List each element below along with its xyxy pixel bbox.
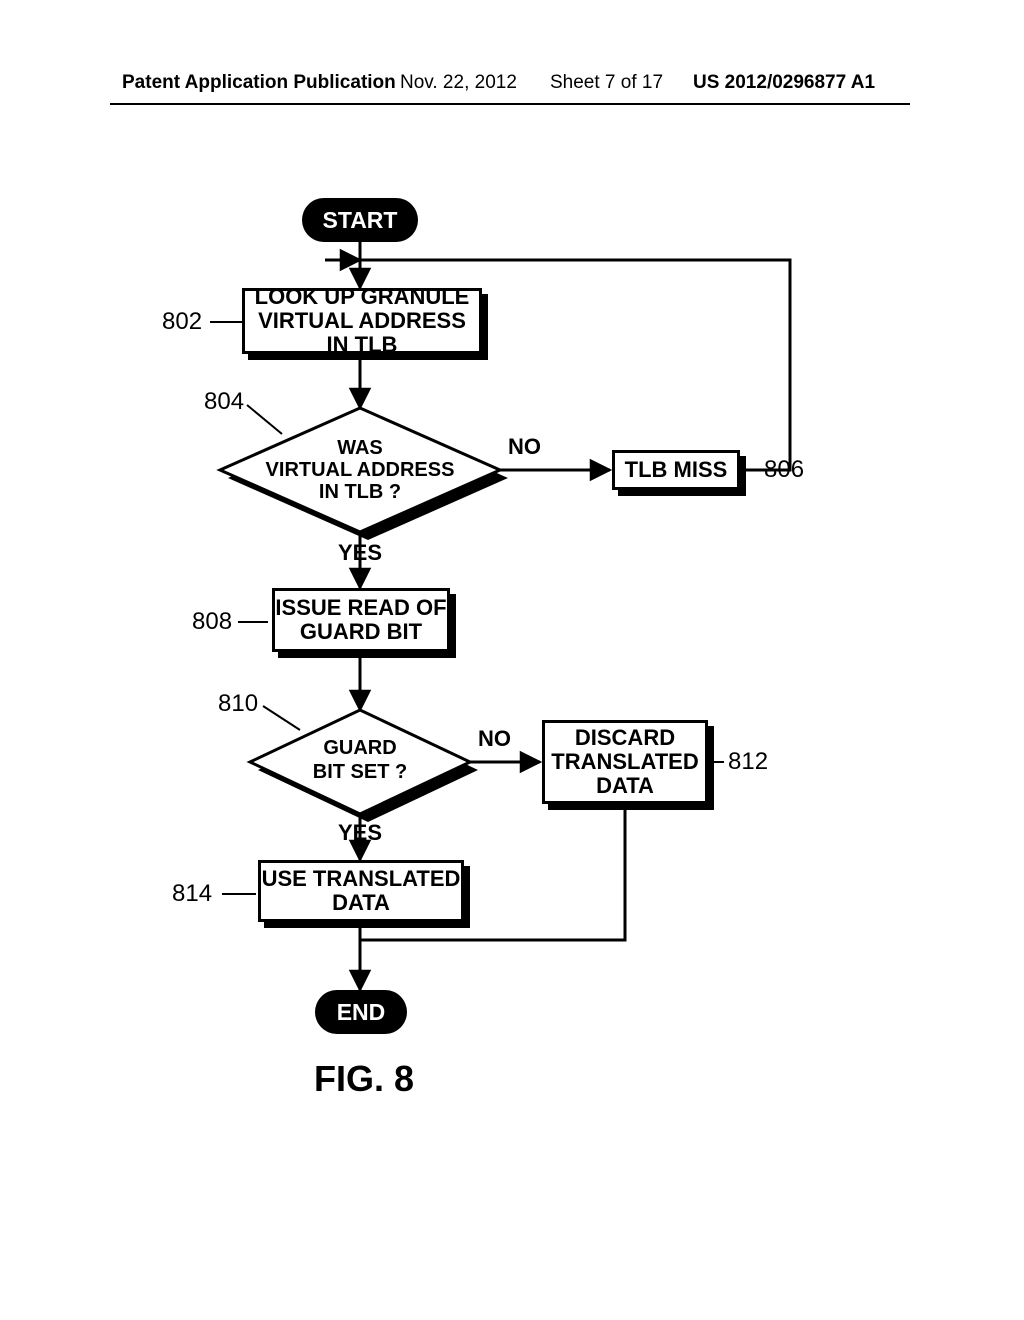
ref-804: 804 xyxy=(204,388,244,416)
node-814: USE TRANSLATED DATA xyxy=(258,860,464,922)
node-802: LOOK UP GRANULE VIRTUAL ADDRESS IN TLB xyxy=(242,288,482,354)
ref-810: 810 xyxy=(218,690,258,718)
node-812: DISCARD TRANSLATED DATA xyxy=(542,720,708,804)
svg-text:WAS: WAS xyxy=(337,437,383,459)
node-806: TLB MISS xyxy=(612,450,740,490)
node-814-text: USE TRANSLATED DATA xyxy=(261,867,461,915)
ref-814: 814 xyxy=(172,880,212,908)
label-804-no: NO xyxy=(508,434,541,460)
node-808: ISSUE READ OF GUARD BIT xyxy=(272,588,450,652)
label-804-yes: YES xyxy=(338,540,382,566)
node-812-text: DISCARD TRANSLATED DATA xyxy=(545,726,705,799)
svg-text:VIRTUAL ADDRESS: VIRTUAL ADDRESS xyxy=(266,459,455,481)
ref-802: 802 xyxy=(162,308,202,336)
node-start: START xyxy=(302,198,418,242)
ref-808: 808 xyxy=(192,608,232,636)
flowchart-canvas: WAS VIRTUAL ADDRESS IN TLB ? GUARD BIT S… xyxy=(0,0,1024,1320)
node-806-text: TLB MISS xyxy=(625,458,728,482)
ref-806: 806 xyxy=(764,456,804,484)
svg-text:GUARD: GUARD xyxy=(323,737,396,759)
label-810-yes: YES xyxy=(338,820,382,846)
svg-text:IN TLB ?: IN TLB ? xyxy=(319,481,401,503)
node-802-text: LOOK UP GRANULE VIRTUAL ADDRESS IN TLB xyxy=(245,285,479,358)
node-808-text: ISSUE READ OF GUARD BIT xyxy=(275,596,447,644)
figure-label: FIG. 8 xyxy=(314,1058,414,1100)
node-end: END xyxy=(315,990,407,1034)
svg-text:BIT SET ?: BIT SET ? xyxy=(313,761,407,783)
ref-812: 812 xyxy=(728,748,768,776)
label-810-no: NO xyxy=(478,726,511,752)
